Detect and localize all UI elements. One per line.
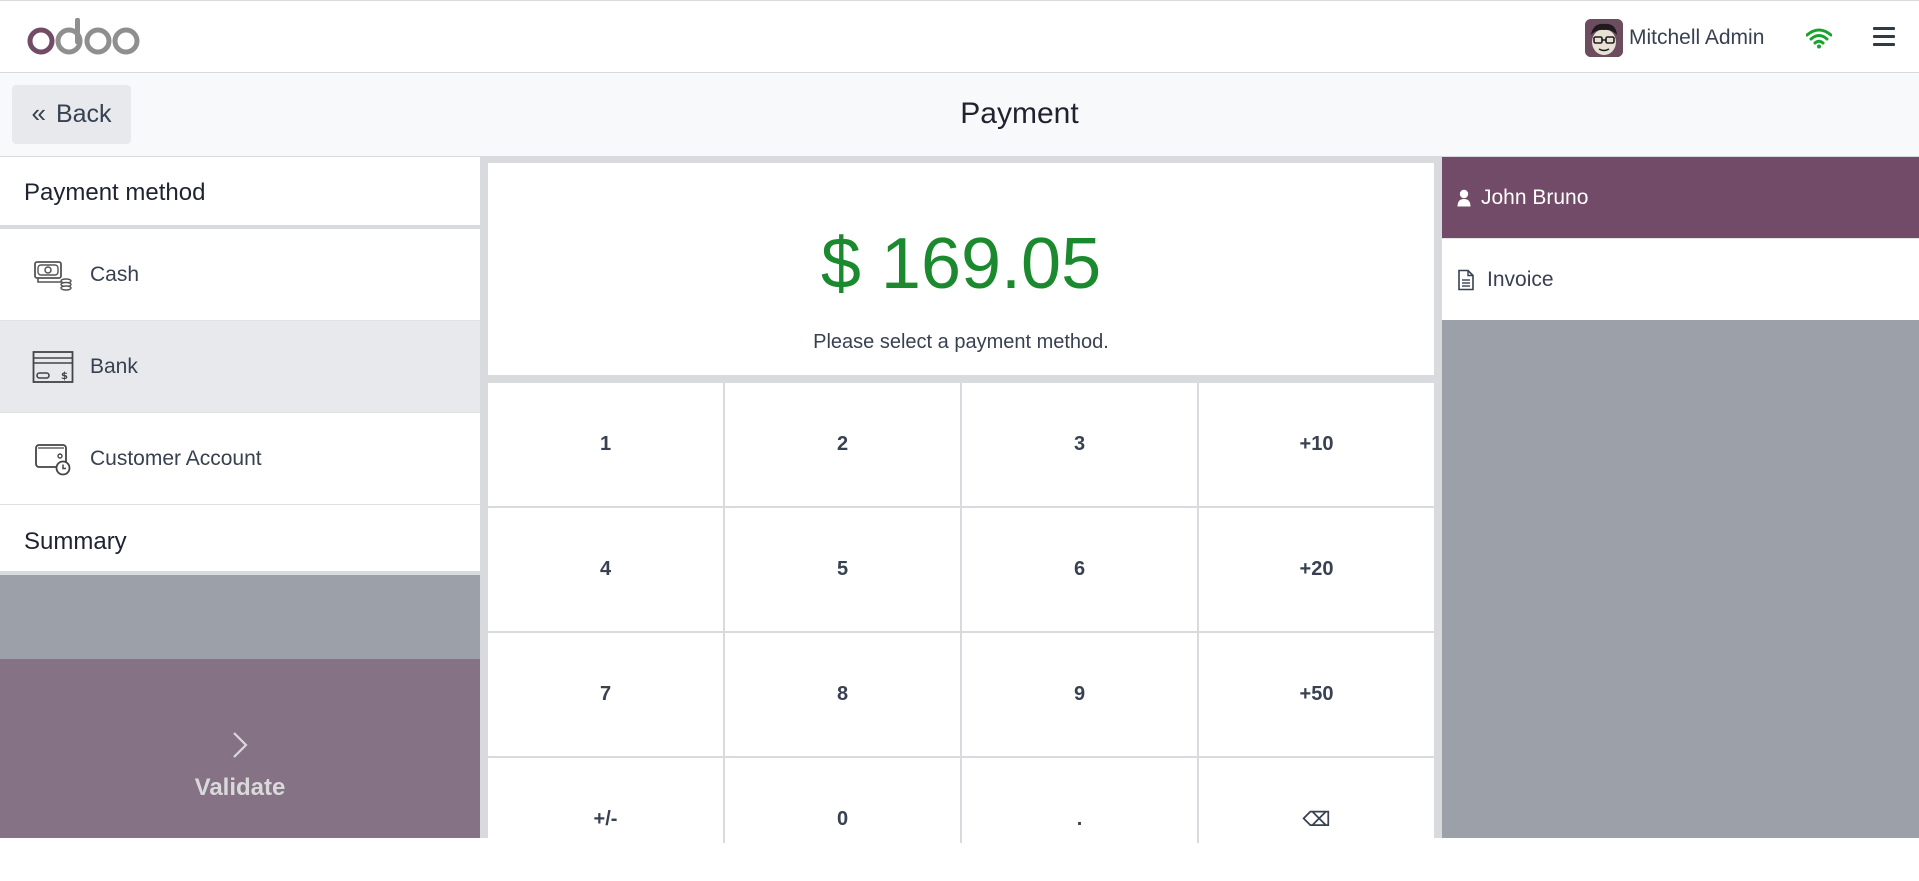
customer-name: John Bruno	[1481, 185, 1589, 209]
payment-methods-panel: Payment method Cash $ Bank Customer Acco…	[0, 157, 480, 838]
page-title-text: Payment	[960, 97, 1079, 130]
numpad-key-9[interactable]: 9	[962, 633, 1197, 756]
wifi-icon	[1805, 27, 1833, 49]
divider	[0, 571, 480, 575]
numpad: 1 2 3 +10 4 5 6 +20 7 8 9 +50 +/- 0 . ⌫	[488, 383, 1434, 881]
odoo-logo[interactable]	[27, 17, 141, 57]
invoice-toggle[interactable]: Invoice	[1442, 238, 1919, 320]
payment-method-cash[interactable]: Cash	[0, 229, 480, 321]
numpad-key-decimal[interactable]: .	[962, 758, 1197, 881]
payment-method-label: Bank	[90, 354, 138, 378]
payment-method-title: Payment method	[0, 157, 480, 225]
back-button[interactable]: « Back	[12, 85, 131, 144]
backspace-icon[interactable]: ⌫	[1199, 758, 1434, 881]
hamburger-menu-icon[interactable]	[1873, 27, 1895, 47]
top-navbar: Mitchell Admin	[0, 0, 1919, 73]
customer-button[interactable]: John Bruno	[1442, 157, 1919, 238]
invoice-label: Invoice	[1487, 267, 1554, 291]
numpad-key-2[interactable]: 2	[725, 383, 960, 506]
back-button-label: Back	[55, 100, 112, 128]
payment-center-panel: $ 169.05 Please select a payment method.…	[480, 157, 1442, 881]
cash-icon	[32, 256, 74, 294]
user-menu[interactable]: Mitchell Admin	[1585, 18, 1764, 58]
payment-method-label: Customer Account	[90, 446, 262, 470]
customer-panel: John Bruno Invoice	[1442, 157, 1919, 838]
user-name: Mitchell Admin	[1629, 26, 1765, 49]
summary-title: Summary	[0, 505, 480, 571]
numpad-key-plus-50[interactable]: +50	[1199, 633, 1434, 756]
numpad-key-7[interactable]: 7	[488, 633, 723, 756]
action-bar: « Back Payment	[0, 73, 1919, 157]
user-icon	[1457, 189, 1471, 206]
payment-prompt: Please select a payment method.	[813, 331, 1109, 353]
chevron-right-icon	[231, 731, 249, 764]
numpad-key-3[interactable]: 3	[962, 383, 1197, 506]
document-icon	[1458, 269, 1474, 290]
payment-method-bank[interactable]: $ Bank	[0, 321, 480, 413]
odoo-logo-icon	[27, 18, 140, 55]
validate-button[interactable]: Validate	[0, 659, 480, 838]
validate-label: Validate	[194, 774, 286, 801]
customer-account-icon	[32, 440, 74, 478]
numpad-key-plus-minus[interactable]: +/-	[488, 758, 723, 881]
double-chevron-left-icon: «	[31, 97, 46, 128]
numpad-key-plus-10[interactable]: +10	[1199, 383, 1434, 506]
page-title: Payment	[0, 97, 1919, 131]
numpad-key-1[interactable]: 1	[488, 383, 723, 506]
payment-method-customer-account[interactable]: Customer Account	[0, 413, 480, 505]
numpad-key-0[interactable]: 0	[725, 758, 960, 881]
numpad-key-5[interactable]: 5	[725, 508, 960, 631]
payment-method-label: Cash	[90, 262, 140, 286]
numpad-key-4[interactable]: 4	[488, 508, 723, 631]
svg-text:$: $	[61, 371, 68, 382]
amount-due: $ 169.05	[820, 224, 1102, 304]
numpad-key-plus-20[interactable]: +20	[1199, 508, 1434, 631]
numpad-key-6[interactable]: 6	[962, 508, 1197, 631]
bank-card-icon: $	[32, 348, 74, 386]
user-avatar	[1585, 19, 1623, 57]
amount-display: $ 169.05 Please select a payment method.	[488, 163, 1434, 375]
numpad-key-8[interactable]: 8	[725, 633, 960, 756]
